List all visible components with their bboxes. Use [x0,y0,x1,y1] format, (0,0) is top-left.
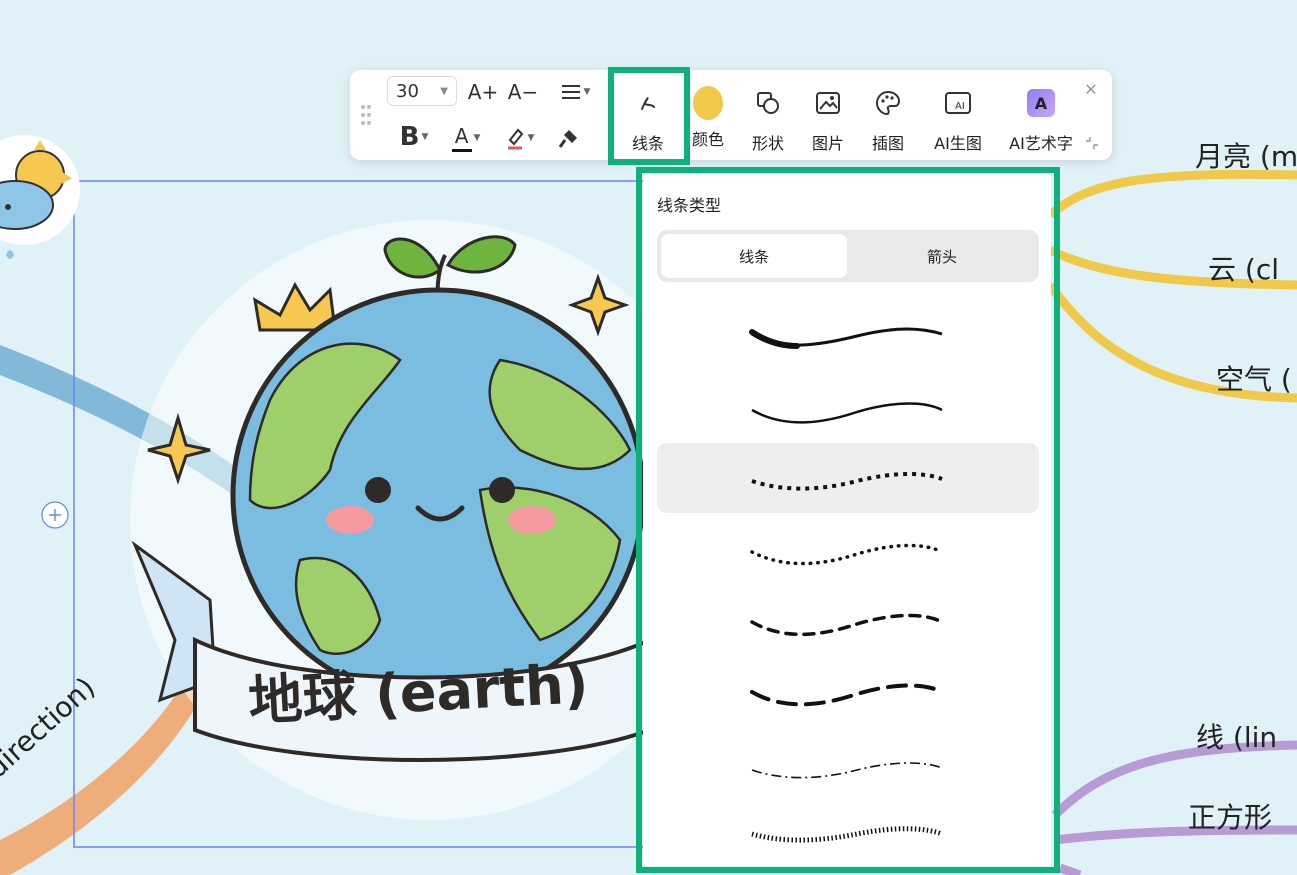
line-style-solid[interactable] [657,372,1039,442]
line-style-icon [641,97,655,110]
branch-label-cloud[interactable]: 云 (cl [1208,248,1279,288]
highlight-button[interactable]: ▼ [497,122,541,154]
line-spacing-icon [561,85,580,99]
panel-title: 线条类型 [657,196,722,215]
chevron-down-icon: ▼ [440,85,448,97]
text-color-button[interactable]: A ▼ [445,122,487,154]
branch-orange [0,680,200,875]
tab-line[interactable]: 线条 [661,234,847,278]
tool-ai-image-button[interactable]: AI AI生图 [928,80,988,156]
format-painter-button[interactable] [553,124,583,154]
weather-sticker-icon [0,135,80,259]
tool-ai-art-text-button[interactable]: A AI艺术字 [1008,80,1074,156]
bold-button[interactable]: B ▼ [394,122,434,152]
tab-arrow[interactable]: 箭头 [849,234,1035,278]
close-icon[interactable]: ✕ [1080,78,1102,100]
branch-label-line[interactable]: 线 (lin [1196,716,1277,756]
font-size-select[interactable]: 30 ▼ [387,76,457,106]
branch-label-square[interactable]: 正方形 [1188,796,1272,836]
font-decrease-button[interactable]: A− [508,78,538,106]
line-type-tabs: 线条 箭头 [657,230,1039,282]
line-style-dotted[interactable] [657,514,1039,584]
expand-button [41,501,69,529]
line-style-chevron[interactable] [657,794,1039,864]
line-spacing-button[interactable]: ▼ [555,78,595,106]
line-style-arrows[interactable] [657,443,1039,513]
tool-image-button[interactable]: 图片 [798,80,858,156]
highlighter-icon [507,128,523,150]
tool-line-button[interactable]: 线条 [618,80,678,156]
line-style-tapered[interactable] [657,296,1039,366]
svg-text:AI: AI [955,101,965,112]
tool-shape-button[interactable]: 形状 [738,80,798,156]
line-style-panel: 线条类型 线条 箭头 [643,174,1051,866]
font-increase-button[interactable]: A+ [468,78,498,106]
line-style-dash-dot[interactable] [657,732,1039,802]
branch-label-air[interactable]: 空气 ( [1216,358,1292,398]
font-size-value: 30 [396,80,419,102]
ai-image-icon: AI [945,92,971,114]
line-style-long-dash[interactable] [657,654,1039,724]
color-swatch-icon [693,86,723,120]
drag-handle-icon[interactable] [358,100,374,130]
format-painter-icon [558,130,577,148]
branch-label-moon[interactable]: 月亮 (m [1195,135,1297,175]
earth-illustration [130,220,730,820]
branch-yellow-1 [1047,169,1297,219]
palette-icon [875,90,901,116]
tool-illustration-button[interactable]: 插图 [858,80,918,156]
image-icon [816,92,840,114]
tool-color-button[interactable]: 颜色 [678,80,738,156]
format-toolbar: 30 ▼ A+ A− ▼ B ▼ A ▼ ▼ 线条 颜色 形状 图片 插图 AI… [350,70,1112,160]
collapse-icon[interactable] [1083,134,1101,152]
ai-art-text-icon: A [1027,89,1055,117]
shape-icon [757,92,779,114]
line-style-dashed[interactable] [657,584,1039,654]
